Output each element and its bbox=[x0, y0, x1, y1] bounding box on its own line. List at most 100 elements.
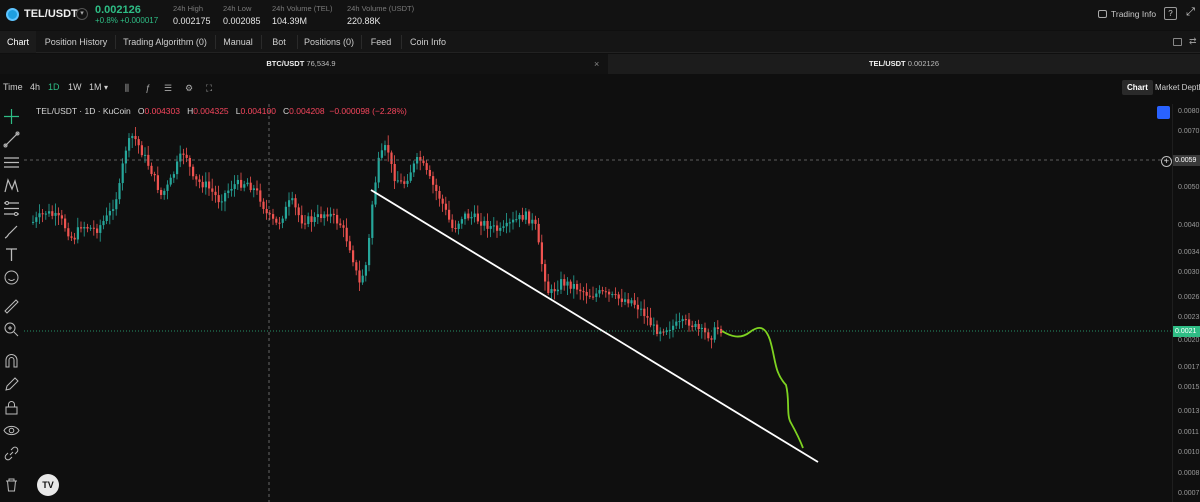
pencil-lock-icon[interactable] bbox=[3, 376, 20, 393]
ruler-icon[interactable] bbox=[3, 298, 20, 315]
crosshair-icon[interactable] bbox=[3, 108, 20, 125]
text-icon[interactable] bbox=[3, 246, 20, 263]
interval-1d[interactable]: 1D bbox=[48, 82, 60, 92]
horizontal-lines-icon[interactable] bbox=[3, 154, 20, 171]
tab-positions[interactable]: Positions (0) bbox=[300, 31, 358, 53]
zoom-in-icon[interactable] bbox=[3, 321, 20, 338]
candle-body bbox=[704, 327, 707, 333]
candle-body bbox=[252, 188, 255, 191]
ticker-bar: TEL/USDT ▾ 0.002126 +0.8% +0.000017 24h … bbox=[0, 0, 1200, 30]
chevron-down-icon[interactable]: ▾ bbox=[104, 83, 108, 92]
candle-body bbox=[192, 166, 195, 177]
candle-body bbox=[201, 181, 204, 188]
candle-body bbox=[441, 198, 444, 204]
candle-body bbox=[336, 214, 339, 224]
tab-trading-algorithm[interactable]: Trading Algorithm (0) bbox=[118, 31, 212, 53]
help-icon[interactable]: ? bbox=[1164, 7, 1177, 20]
candle-body bbox=[387, 145, 390, 153]
pair-tab-btc[interactable]: BTC/USDT 76,534.9 bbox=[0, 54, 602, 74]
candle-body bbox=[176, 161, 179, 175]
candle-body bbox=[361, 275, 364, 283]
candle-body bbox=[502, 226, 505, 228]
link-icon[interactable] bbox=[3, 445, 20, 462]
candle-body bbox=[371, 204, 374, 238]
candle-body bbox=[339, 223, 342, 226]
legend-title: TEL/USDT · 1D · KuCoin bbox=[36, 106, 131, 116]
candle-body bbox=[460, 219, 463, 224]
candle-body bbox=[70, 236, 73, 238]
candle-body bbox=[483, 220, 486, 226]
fib-icon[interactable] bbox=[3, 200, 20, 217]
ticker-symbol[interactable]: TEL/USDT bbox=[24, 8, 78, 20]
magnet-icon[interactable] bbox=[3, 353, 20, 370]
pattern-icon[interactable] bbox=[3, 177, 20, 194]
interval-1w[interactable]: 1W bbox=[68, 82, 82, 92]
candle-type-icon[interactable]: ⫼ bbox=[122, 83, 132, 93]
candle-body bbox=[652, 324, 655, 326]
candle-body bbox=[598, 290, 601, 294]
candle-body bbox=[265, 208, 268, 214]
emoji-icon[interactable] bbox=[3, 269, 20, 286]
candle-body bbox=[435, 184, 438, 192]
drawn-projection-curve bbox=[721, 327, 804, 449]
price-tick: 0.0017 bbox=[1178, 364, 1200, 371]
auto-scale-icon[interactable] bbox=[1157, 106, 1170, 119]
time-label: Time bbox=[3, 82, 23, 92]
add-alert-icon[interactable]: + bbox=[1161, 156, 1172, 167]
candle-body bbox=[368, 237, 371, 266]
candle-body bbox=[624, 299, 627, 302]
candle-body bbox=[217, 195, 220, 203]
tradingview-logo: TV bbox=[37, 474, 59, 496]
expand-icon[interactable]: ⤢ bbox=[1184, 7, 1197, 20]
candle-body bbox=[547, 281, 550, 293]
candle-body bbox=[275, 218, 278, 223]
candle-body bbox=[707, 332, 710, 339]
indicator-icon[interactable]: ƒ bbox=[143, 83, 153, 93]
interval-1m[interactable]: 1M bbox=[89, 82, 102, 92]
candle-body bbox=[380, 150, 383, 158]
interval-4h[interactable]: 4h bbox=[30, 82, 40, 92]
candle-body bbox=[230, 188, 233, 191]
candle-body bbox=[35, 217, 38, 222]
window-icon[interactable] bbox=[1173, 38, 1182, 46]
candle-body bbox=[48, 211, 51, 214]
candle-body bbox=[92, 227, 95, 229]
view-chart[interactable]: Chart bbox=[1122, 80, 1153, 95]
trash-icon[interactable] bbox=[3, 476, 20, 493]
trendline-icon[interactable] bbox=[3, 131, 20, 148]
lock-icon[interactable] bbox=[3, 399, 20, 416]
chevron-down-icon[interactable]: ▾ bbox=[76, 8, 88, 20]
tab-feed[interactable]: Feed bbox=[364, 31, 398, 53]
tab-bot[interactable]: Bot bbox=[264, 31, 294, 53]
eye-icon[interactable] bbox=[3, 422, 20, 439]
settings-icon[interactable]: ⚙ bbox=[184, 83, 194, 93]
view-market-depth[interactable]: Market Depth bbox=[1152, 80, 1200, 95]
candle-body bbox=[627, 299, 630, 304]
swap-icon[interactable]: ⇄ bbox=[1189, 36, 1198, 46]
candle-body bbox=[284, 206, 287, 219]
candle-body bbox=[329, 213, 332, 217]
candle-body bbox=[313, 217, 316, 223]
fullscreen-icon[interactable]: ⛶ bbox=[204, 83, 214, 93]
candle-body bbox=[182, 153, 185, 155]
tab-position-history[interactable]: Position History bbox=[40, 31, 112, 53]
brush-icon[interactable] bbox=[3, 223, 20, 240]
close-icon[interactable]: × bbox=[594, 59, 599, 69]
price-chart[interactable] bbox=[24, 104, 1172, 502]
tab-coin-info[interactable]: Coin Info bbox=[404, 31, 452, 53]
candle-body bbox=[358, 270, 361, 283]
legend-low: 0.004100 bbox=[240, 106, 276, 116]
tab-chart[interactable]: Chart bbox=[0, 31, 36, 53]
candle-body bbox=[195, 176, 198, 180]
candle-body bbox=[406, 180, 409, 184]
trading-info-button[interactable]: Trading Info bbox=[1098, 9, 1156, 19]
candle-body bbox=[105, 215, 108, 222]
candle-body bbox=[611, 294, 614, 296]
candle-body bbox=[310, 216, 313, 223]
pair-tab-tel[interactable]: TEL/USDT 0.002126 bbox=[608, 54, 1200, 74]
candle-body bbox=[214, 191, 217, 196]
price-tick: 0.0026 bbox=[1178, 294, 1200, 301]
tab-manual[interactable]: Manual bbox=[218, 31, 258, 53]
candle-body bbox=[528, 211, 531, 224]
list-icon[interactable]: ☰ bbox=[163, 83, 173, 93]
